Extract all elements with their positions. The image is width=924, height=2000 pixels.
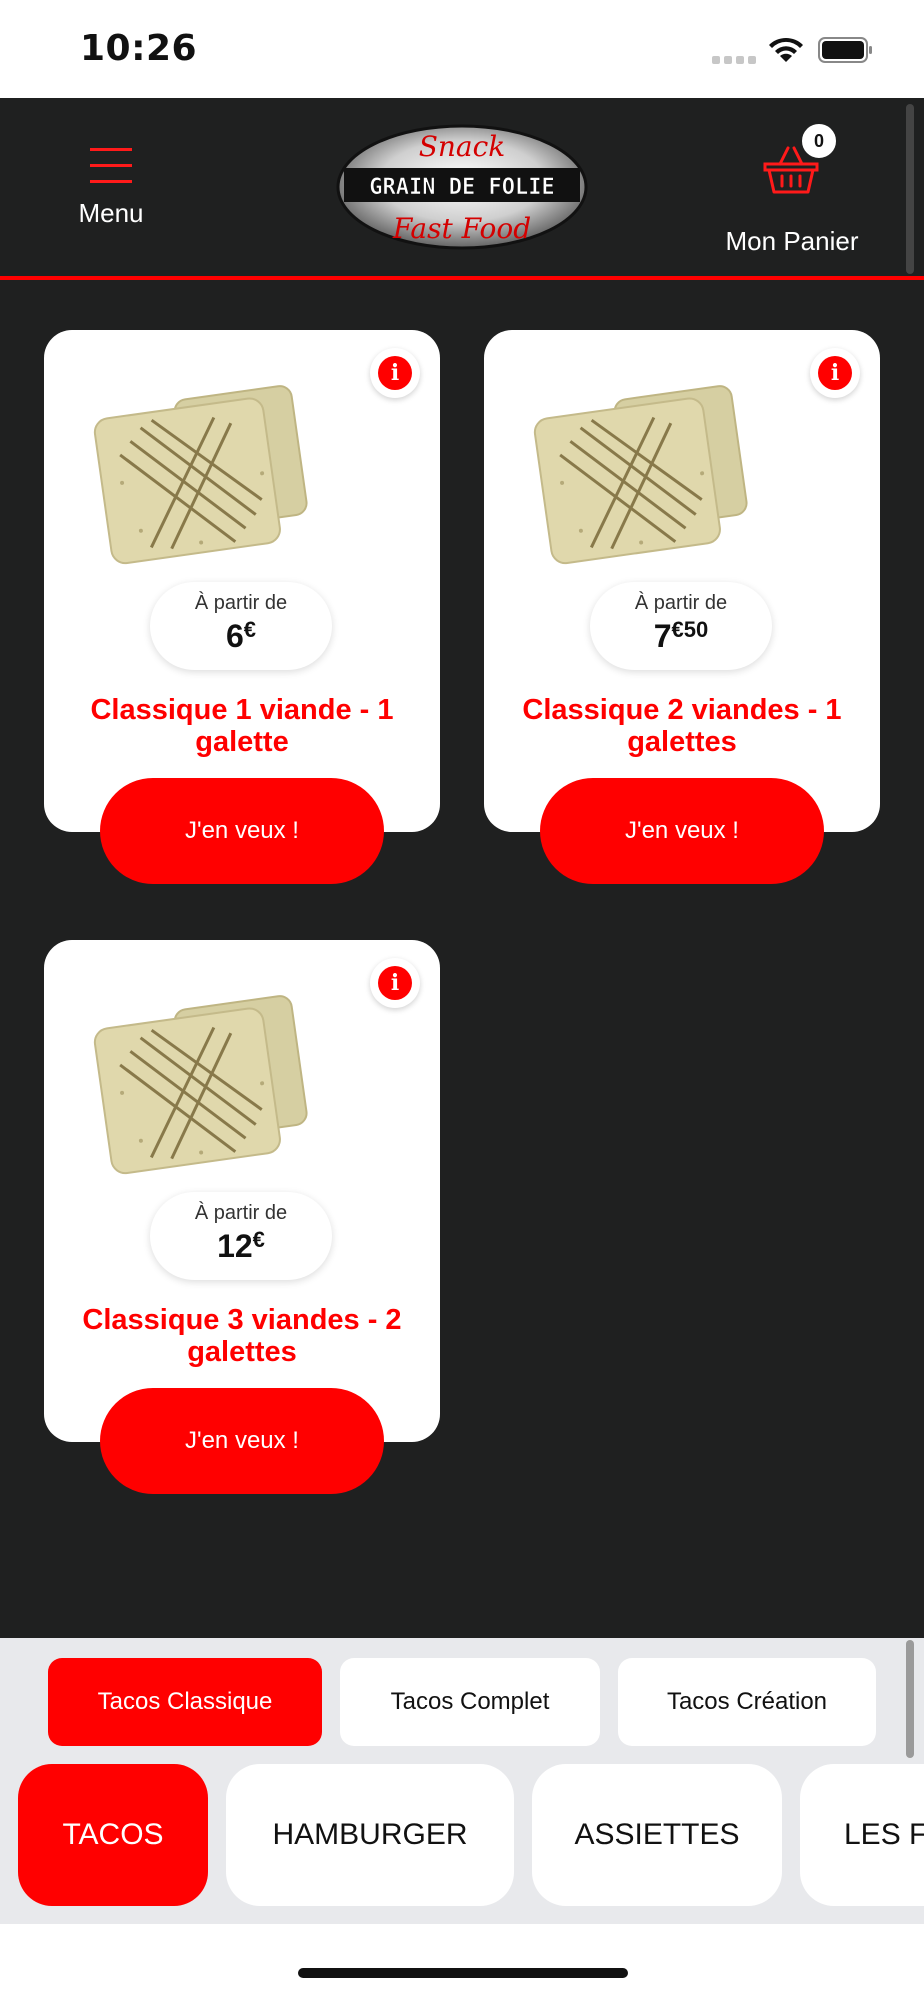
price-value: 6€: [225, 617, 257, 654]
info-button[interactable]: i: [810, 348, 860, 398]
menu-button[interactable]: Menu: [56, 142, 166, 242]
info-icon: i: [378, 356, 412, 390]
category-tacos[interactable]: TACOS: [18, 1764, 208, 1906]
add-to-cart-button[interactable]: J'en veux !: [540, 778, 824, 884]
price-value: 12€: [217, 1227, 265, 1264]
product-image: [93, 385, 308, 565]
add-to-cart-button[interactable]: J'en veux !: [100, 778, 384, 884]
app-header: Menu Snack GRAIN DE FOLIE Fast Food 0 Mo…: [0, 98, 924, 280]
cart-count-badge: 0: [800, 122, 838, 160]
category-tabs: TACOS HAMBURGER ASSIETTES LES F: [0, 1760, 924, 1924]
menu-label: Menu: [78, 198, 144, 228]
logo-middle-text: GRAIN DE FOLIE: [369, 175, 554, 200]
price-prefix: À partir de: [634, 592, 728, 614]
tab-tacos-classique[interactable]: Tacos Classique: [48, 1658, 322, 1746]
price-badge: À partir de 12€: [150, 1192, 332, 1280]
product-name: Classique 3 viandes - 2 galettes: [82, 1304, 402, 1368]
wifi-icon: [769, 37, 803, 62]
content-scrollbar[interactable]: [906, 104, 914, 274]
cart-label: Mon Panier: [725, 226, 859, 256]
info-icon: i: [378, 966, 412, 1000]
tabs-scrollbar[interactable]: [906, 1640, 914, 1758]
price-badge: À partir de 7€50: [590, 582, 772, 670]
product-card[interactable]: i À partir de 12€ Classique 3 viandes - …: [44, 940, 440, 1494]
price-value: 7€50: [653, 617, 709, 654]
product-name: Classique 2 viandes - 1 galettes: [522, 694, 842, 758]
logo[interactable]: Snack GRAIN DE FOLIE Fast Food: [336, 124, 588, 250]
product-image: [93, 995, 308, 1175]
status-time: 10:26: [80, 28, 198, 69]
hamburger-icon: [90, 148, 132, 184]
category-assiettes[interactable]: ASSIETTES: [532, 1764, 782, 1906]
info-button[interactable]: i: [370, 958, 420, 1008]
info-button[interactable]: i: [370, 348, 420, 398]
add-to-cart-button[interactable]: J'en veux !: [100, 1388, 384, 1494]
tab-tacos-complet[interactable]: Tacos Complet: [340, 1658, 600, 1746]
product-card[interactable]: i À partir de 7€50 Classique 2 viandes -…: [484, 330, 880, 884]
signal-icon: [712, 56, 756, 64]
home-indicator[interactable]: [298, 1968, 628, 1978]
product-name: Classique 1 viande - 1 galette: [90, 694, 394, 758]
price-prefix: À partir de: [194, 1202, 288, 1224]
status-bar: 10:26: [0, 0, 924, 98]
logo-bottom-text: Fast Food: [392, 212, 531, 245]
logo-top-text: Snack: [419, 130, 506, 163]
category-hamburger[interactable]: HAMBURGER: [226, 1764, 514, 1906]
info-icon: i: [818, 356, 852, 390]
subcategory-tabs: Tacos Classique Tacos Complet Tacos Créa…: [0, 1638, 924, 1760]
product-image: [533, 385, 748, 565]
price-prefix: À partir de: [194, 592, 288, 614]
cart-button[interactable]: 0 Mon Panier: [712, 120, 872, 256]
battery-icon: [818, 37, 872, 63]
tab-tacos-creation[interactable]: Tacos Création: [618, 1658, 876, 1746]
price-badge: À partir de 6€: [150, 582, 332, 670]
product-card[interactable]: i À partir de 6€ Classique 1 viande - 1 …: [44, 330, 440, 884]
category-truncated[interactable]: LES F: [800, 1764, 924, 1906]
product-grid: i À partir de 6€ Classique 1 viande - 1 …: [0, 280, 924, 1638]
